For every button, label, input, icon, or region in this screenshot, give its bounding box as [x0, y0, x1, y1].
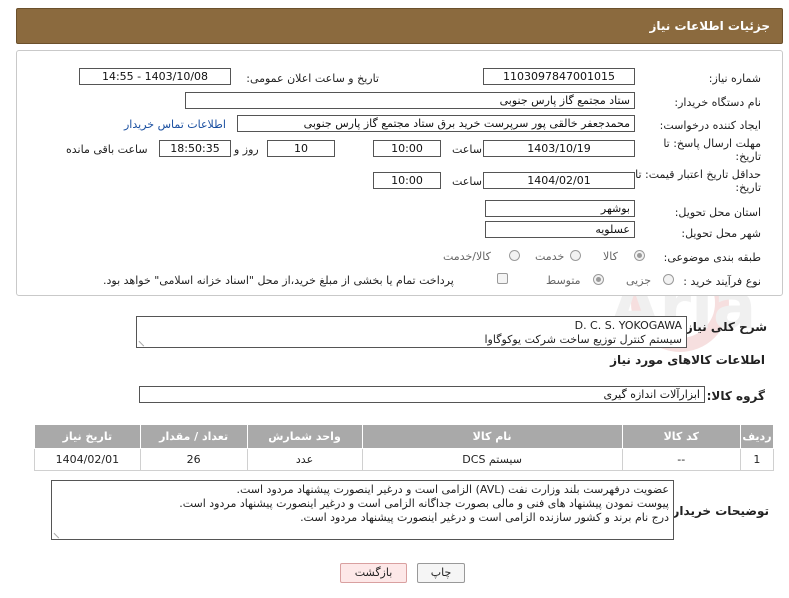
buyer-contact-link[interactable]: اطلاعات تماس خریدار: [124, 118, 226, 131]
deadline-date-field: 1403/10/19: [483, 140, 635, 157]
cell-quantity: 26: [139, 448, 248, 471]
process-radio-medium[interactable]: [593, 274, 604, 285]
treasury-note: پرداخت تمام یا بخشی از مبلغ خرید،از محل …: [103, 274, 454, 287]
province-field: بوشهر: [485, 200, 635, 217]
category-radio-both[interactable]: [509, 250, 520, 261]
buyer-notes-label: توضیحات خریدار:: [667, 504, 769, 518]
creator-label: ایجاد کننده درخواست:: [659, 119, 761, 132]
category-radio-service[interactable]: [570, 250, 581, 261]
process-option-medium: متوسط: [546, 274, 581, 287]
cell-row-number: 1: [739, 448, 775, 471]
print-button[interactable]: چاپ: [417, 563, 465, 583]
page-title: جزئیات اطلاعات نیاز: [649, 19, 770, 33]
city-field: عسلویه: [485, 221, 635, 238]
validity-label: حداقل تاریخ اعتبار قیمت: تا: [635, 168, 761, 181]
process-label: نوع فرآیند خرید :: [683, 275, 761, 288]
summary-label: شرح کلی نیاز:: [681, 320, 767, 334]
goods-section-title: اطلاعات کالاهای مورد نیاز: [610, 353, 765, 367]
table-row: 1 -- سیستم DCS عدد 26 1404/02/01: [34, 448, 775, 471]
category-option-both: کالا/خدمت: [443, 250, 491, 263]
days-label: روز و: [234, 143, 259, 156]
deadline-label-date: تاریخ:: [735, 150, 761, 163]
resize-grip-icon[interactable]: [53, 528, 64, 539]
buyer-org-field: ستاد مجتمع گاز پارس جنوبی: [185, 92, 635, 109]
buyer-org-label: نام دستگاه خریدار:: [674, 96, 761, 109]
cell-need-date: 1404/02/01: [34, 448, 141, 471]
process-option-minor: جزیی: [626, 274, 652, 287]
category-radio-goods[interactable]: [634, 250, 645, 261]
validity-time-label: ساعت: [452, 175, 482, 188]
city-label: شهر محل تحویل:: [681, 227, 761, 240]
buyer-notes-box: عضویت درفهرست بلند وزارت نفت (AVL) الزام…: [51, 480, 674, 540]
cell-goods-name: سیستم DCS: [361, 448, 623, 471]
category-label: طبقه بندی موضوعی:: [663, 251, 761, 264]
buyer-notes-line-3: درج نام برند و کشور سازنده الزامی است و …: [300, 511, 669, 524]
deadline-time-field: 10:00: [373, 140, 441, 157]
goods-table-header: ردیف کد کالا نام کالا واحد شمارش تعداد /…: [34, 424, 775, 449]
goods-table: ردیف کد کالا نام کالا واحد شمارش تعداد /…: [34, 424, 775, 471]
buyer-notes-line-1: عضویت درفهرست بلند وزارت نفت (AVL) الزام…: [236, 483, 669, 496]
remaining-label: ساعت باقی مانده: [66, 143, 148, 156]
process-radio-minor[interactable]: [663, 274, 674, 285]
back-button[interactable]: بازگشت: [340, 563, 407, 583]
deadline-time-label: ساعت: [452, 143, 482, 156]
goods-group-field: ابزارآلات اندازه گیری: [139, 386, 705, 403]
col-goods-code: کد کالا: [621, 424, 741, 449]
province-label: استان محل تحویل:: [674, 206, 761, 219]
cell-goods-code: --: [621, 448, 741, 471]
announce-label: تاریخ و ساعت اعلان عمومی:: [246, 72, 379, 85]
cell-unit: عدد: [246, 448, 363, 471]
col-row-number: ردیف: [739, 424, 775, 449]
category-option-service: خدمت: [535, 250, 565, 263]
deadline-label: مهلت ارسال پاسخ: تا: [663, 137, 761, 150]
need-number-field: 1103097847001015: [483, 68, 635, 85]
validity-date-field: 1404/02/01: [483, 172, 635, 189]
col-quantity: تعداد / مقدار: [139, 424, 248, 449]
summary-line-1: D. C. S. YOKOGAWA: [574, 319, 682, 332]
summary-box: D. C. S. YOKOGAWA سیستم کنترل توزیع ساخت…: [136, 316, 687, 348]
summary-line-2: سیستم کنترل توزیع ساخت شرکت یوکوگاوا: [484, 333, 683, 346]
col-unit: واحد شمارش: [246, 424, 363, 449]
buyer-notes-line-2: پیوست نمودن پیشنهاد های فنی و مالی بصورت…: [179, 497, 669, 510]
remaining-time-field: 18:50:35: [159, 140, 231, 157]
col-need-date: تاریخ نیاز: [34, 424, 141, 449]
days-field: 10: [267, 140, 335, 157]
announce-field: 1403/10/08 - 14:55: [79, 68, 231, 85]
header-bar: جزئیات اطلاعات نیاز: [16, 8, 783, 44]
validity-time-field: 10:00: [373, 172, 441, 189]
col-goods-name: نام کالا: [361, 424, 623, 449]
creator-field: محمدجعفر خالقی پور سرپرست خرید برق ستاد …: [237, 115, 635, 132]
validity-label-date: تاریخ:: [735, 181, 761, 194]
goods-group-label: گروه کالا:: [706, 389, 765, 403]
category-option-goods: کالا: [603, 250, 618, 263]
need-number-label: شماره نیاز:: [708, 72, 761, 85]
treasury-checkbox[interactable]: [497, 273, 508, 284]
